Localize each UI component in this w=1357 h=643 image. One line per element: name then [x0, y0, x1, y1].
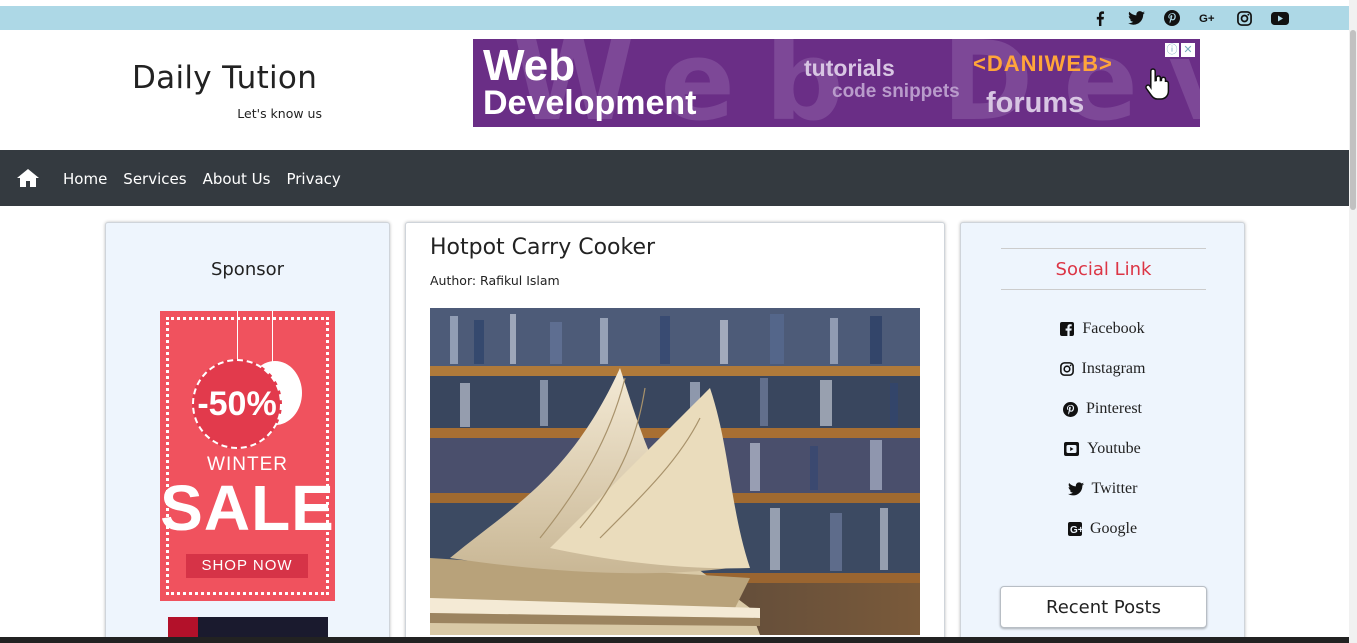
ad-logo-right-chevron: > — [1098, 51, 1113, 76]
taskbar-edge — [0, 637, 1349, 643]
social-link-label: Instagram — [1081, 360, 1146, 377]
ad-tutorials-text: tutorials — [804, 55, 895, 81]
nav-links: Home Services About Us Privacy — [63, 170, 357, 188]
sponsor-title: Sponsor — [210, 259, 285, 280]
nav-about-us[interactable]: About Us — [203, 170, 271, 188]
nav-services[interactable]: Services — [123, 170, 186, 188]
ad-close-icon[interactable]: ✕ — [1181, 43, 1195, 57]
ad-code-snippets-text: code snippets — [832, 81, 960, 102]
youtube-square-icon — [1064, 442, 1080, 456]
svg-text:G+: G+ — [1199, 13, 1215, 25]
page: G+ Daily Tution Let's know us Web Devel … — [0, 0, 1357, 643]
svg-text:G+: G+ — [1070, 525, 1082, 536]
adchoices-icon[interactable]: ⓘ — [1165, 43, 1179, 57]
shop-now-button[interactable]: SHOP NOW — [186, 554, 308, 578]
ad-daniweb-logo: <DANIWEB> — [973, 51, 1113, 77]
scrollbar-thumb[interactable] — [1350, 30, 1356, 210]
top-social-icons: G+ — [1091, 10, 1289, 26]
nav-home[interactable]: Home — [63, 170, 107, 188]
post-author: Author: Rafikul Islam — [430, 273, 560, 288]
social-link-title: Social Link — [1001, 248, 1206, 290]
ad-forums-text: forums — [986, 87, 1085, 119]
site-tagline: Let's know us — [237, 106, 322, 121]
open-book-in-library-image — [430, 308, 920, 635]
nav-privacy[interactable]: Privacy — [286, 170, 340, 188]
social-link-label: Twitter — [1091, 480, 1138, 497]
social-link-google[interactable]: G+ Google — [961, 509, 1244, 549]
post-title[interactable]: Hotpot Carry Cooker — [430, 235, 655, 260]
social-link-instagram[interactable]: Instagram — [961, 349, 1244, 389]
sale-text: SALE — [160, 472, 335, 544]
social-link-label: Youtube — [1087, 440, 1141, 457]
social-link-label: Google — [1089, 520, 1138, 537]
header-ad-banner[interactable]: Web Devel Web Development tutorials code… — [473, 39, 1200, 127]
post-card: Hotpot Carry Cooker Author: Rafikul Isla… — [405, 222, 945, 643]
google-plus-icon[interactable]: G+ — [1199, 10, 1217, 26]
ornament-string — [237, 311, 238, 361]
site-brand[interactable]: Daily Tution Let's know us — [132, 60, 322, 121]
facebook-icon[interactable] — [1091, 10, 1109, 26]
sponsor-sidebar: Sponsor -50% WINTER SALE SHOP NOW — [105, 222, 390, 643]
social-link-youtube[interactable]: Youtube — [961, 429, 1244, 469]
youtube-icon[interactable] — [1271, 10, 1289, 26]
discount-text: -50% — [197, 385, 277, 423]
pinterest-icon[interactable] — [1163, 10, 1181, 26]
social-link-pinterest[interactable]: Pinterest — [961, 389, 1244, 429]
hand-cursor-icon — [1145, 67, 1171, 106]
site-title[interactable]: Daily Tution — [132, 60, 322, 96]
top-social-bar: G+ — [0, 6, 1349, 30]
ad-controls: ⓘ ✕ — [1165, 43, 1195, 57]
main-navbar: Home Services About Us Privacy — [0, 150, 1349, 206]
social-link-label: Facebook — [1082, 320, 1145, 337]
social-link-facebook[interactable]: Facebook — [961, 309, 1244, 349]
social-link-twitter[interactable]: Twitter — [961, 469, 1244, 509]
winter-sale-ad[interactable]: -50% WINTER SALE SHOP NOW — [160, 311, 335, 601]
home-icon[interactable] — [16, 168, 40, 193]
social-link-label: Pinterest — [1086, 400, 1142, 417]
ad-logo-text: DANIWEB — [986, 51, 1099, 76]
ornament-string — [272, 311, 273, 363]
ad-logo-left-chevron: < — [973, 51, 987, 76]
page-scrollbar[interactable] — [1349, 0, 1357, 643]
social-link-list: Facebook Instagram Pinterest Youtube Twi… — [961, 309, 1244, 549]
ad-development-text: Development — [483, 84, 697, 122]
twitter-icon — [1067, 482, 1084, 496]
recent-posts-button[interactable]: Recent Posts — [1000, 586, 1207, 628]
facebook-square-icon — [1060, 322, 1075, 336]
instagram-icon — [1059, 362, 1074, 376]
social-sidebar: Social Link Facebook Instagram Pinterest — [960, 222, 1245, 643]
instagram-icon[interactable] — [1235, 10, 1253, 26]
twitter-icon[interactable] — [1127, 10, 1145, 26]
google-square-icon: G+ — [1067, 522, 1082, 536]
pinterest-icon — [1063, 401, 1078, 417]
